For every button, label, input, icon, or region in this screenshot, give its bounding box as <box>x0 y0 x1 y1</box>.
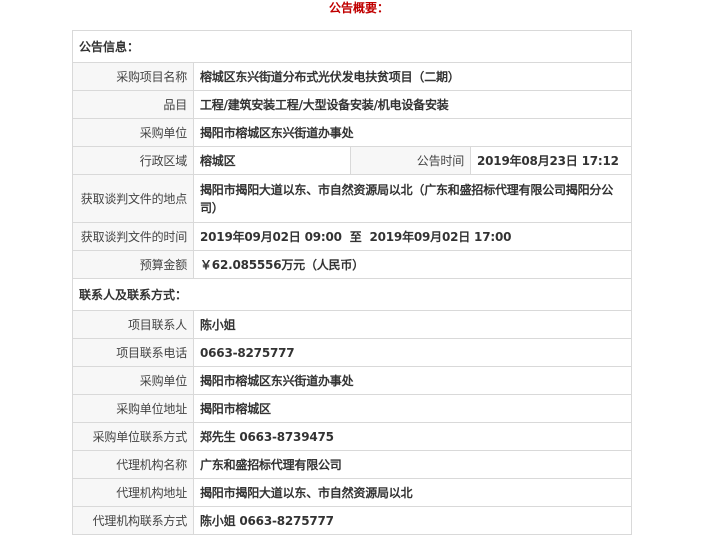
region-value: 榕城区 <box>193 146 351 175</box>
project-contact-value: 陈小姐 <box>192 310 633 339</box>
purchaser-address-label: 采购单位地址 <box>72 394 194 423</box>
doc-time-value: 2019年09月02日 09:00 至 2019年09月02日 17:00 <box>192 222 633 251</box>
doc-location-value: 揭阳市揭阳大道以东、市自然资源局以北（广东和盛招标代理有限公司揭阳分公司） <box>192 174 633 223</box>
contact-purchaser-value: 揭阳市榕城区东兴街道办事处 <box>192 366 633 395</box>
purchaser-address-value: 揭阳市榕城区 <box>192 394 633 423</box>
section-title-contacts: 联系人及联系方式： <box>71 278 633 311</box>
purchaser-contact-value: 郑先生 0663-8739475 <box>192 422 633 451</box>
agency-address-label: 代理机构地址 <box>72 478 194 507</box>
table-row: 获取谈判文件的时间 2019年09月02日 09:00 至 2019年09月02… <box>72 222 633 251</box>
purchaser-label: 采购单位 <box>72 118 194 147</box>
table-row: 品目 工程/建筑安装工程/大型设备安装/机电设备安装 <box>72 90 633 119</box>
category-label: 品目 <box>72 90 194 119</box>
category-value: 工程/建筑安装工程/大型设备安装/机电设备安装 <box>192 90 633 119</box>
table-row: 代理机构地址 揭阳市揭阳大道以东、市自然资源局以北 <box>72 478 633 507</box>
table-row: 采购单位联系方式 郑先生 0663-8739475 <box>72 422 633 451</box>
table-row: 采购单位地址 揭阳市榕城区 <box>72 394 633 423</box>
table-row: 项目联系电话 0663-8275777 <box>72 338 633 367</box>
table-row: 项目联系人 陈小姐 <box>72 310 633 339</box>
section-row-contacts: 联系人及联系方式： <box>71 278 633 311</box>
publish-time-label: 公告时间 <box>350 146 471 175</box>
table-row: 采购单位 揭阳市榕城区东兴街道办事处 <box>72 118 633 147</box>
agency-name-value: 广东和盛招标代理有限公司 <box>192 450 633 479</box>
agency-contact-value: 陈小姐 0663-8275777 <box>192 506 633 535</box>
project-phone-value: 0663-8275777 <box>192 338 633 367</box>
agency-name-label: 代理机构名称 <box>72 450 194 479</box>
purchaser-contact-label: 采购单位联系方式 <box>72 422 194 451</box>
region-label: 行政区域 <box>72 146 194 175</box>
doc-location-label: 获取谈判文件的地点 <box>72 174 194 223</box>
doc-time-label: 获取谈判文件的时间 <box>72 222 194 251</box>
agency-address-value: 揭阳市揭阳大道以东、市自然资源局以北 <box>192 478 633 507</box>
table-row: 行政区域 榕城区 公告时间 2019年08月23日 17:12 <box>72 146 633 175</box>
project-contact-label: 项目联系人 <box>72 310 194 339</box>
budget-label: 预算金额 <box>72 250 194 279</box>
project-name-value: 榕城区东兴街道分布式光伏发电扶贫项目（二期） <box>192 62 633 91</box>
project-name-label: 采购项目名称 <box>72 62 194 91</box>
page-title: 公告概要： <box>328 1 389 15</box>
budget-value: ￥62.085556万元（人民币） <box>192 250 633 279</box>
section-title-notice-info: 公告信息： <box>71 30 633 63</box>
table-row: 代理机构联系方式 陈小姐 0663-8275777 <box>72 506 633 535</box>
purchaser-value: 揭阳市榕城区东兴街道办事处 <box>192 118 633 147</box>
table-row: 预算金额 ￥62.085556万元（人民币） <box>72 250 633 279</box>
table-row: 采购项目名称 榕城区东兴街道分布式光伏发电扶贫项目（二期） <box>72 62 633 91</box>
table-row: 代理机构名称 广东和盛招标代理有限公司 <box>72 450 633 479</box>
contact-purchaser-label: 采购单位 <box>72 366 194 395</box>
publish-time-value: 2019年08月23日 17:12 <box>469 146 633 175</box>
table-row: 采购单位 揭阳市榕城区东兴街道办事处 <box>72 366 633 395</box>
agency-contact-label: 代理机构联系方式 <box>72 506 194 535</box>
table-row: 获取谈判文件的地点 揭阳市揭阳大道以东、市自然资源局以北（广东和盛招标代理有限公… <box>72 174 633 223</box>
section-row-notice-info: 公告信息： <box>71 30 633 63</box>
project-phone-label: 项目联系电话 <box>72 338 194 367</box>
notice-summary-table: 公告信息： 采购项目名称 榕城区东兴街道分布式光伏发电扶贫项目（二期） 品目 工… <box>71 30 633 535</box>
